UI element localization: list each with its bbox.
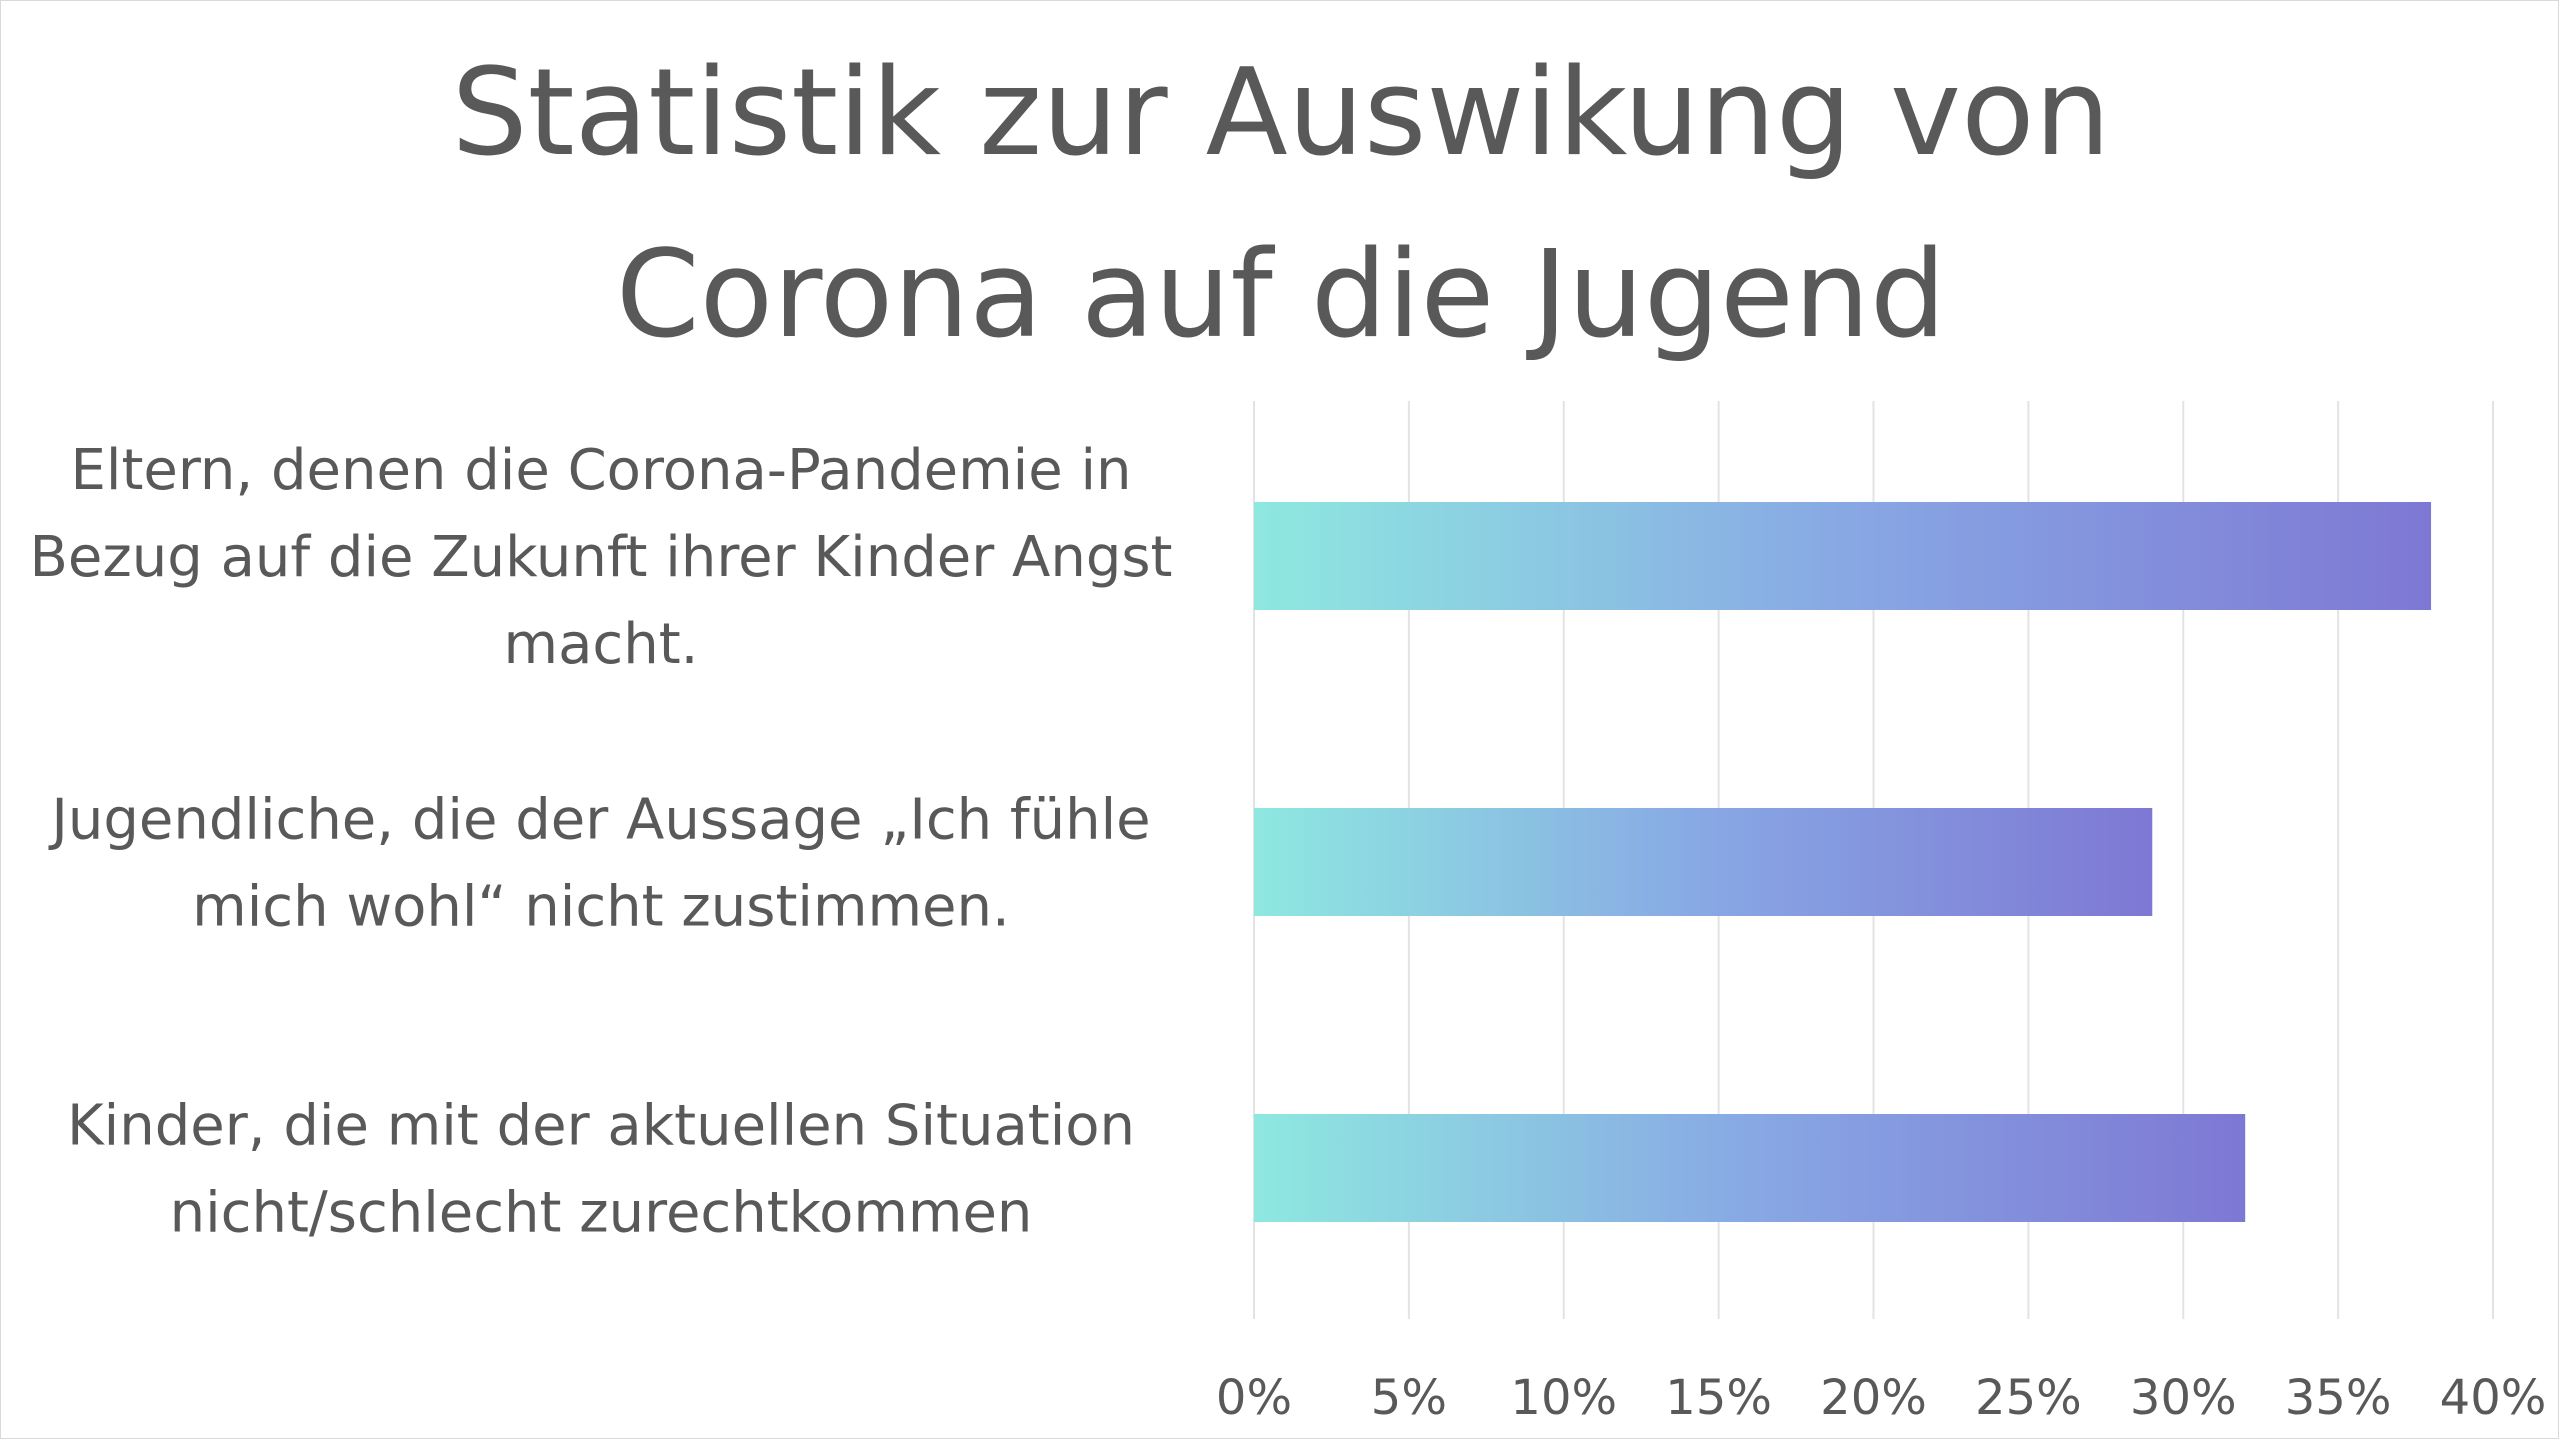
x-tick-label: 15% <box>1665 1370 1772 1426</box>
category-label-line: mich wohl“ nicht zustimmen. <box>192 875 1010 940</box>
chart-title: Statistik zur Auswikung von Corona auf di… <box>451 44 2110 365</box>
x-tick-label: 40% <box>2440 1370 2547 1426</box>
category-label: Kinder, die mit der aktuellen Situation n… <box>67 1094 1135 1246</box>
category-label-line: Jugendliche, die der Aussage „Ich fühle <box>48 788 1150 853</box>
category-label-line: Bezug auf die Zukunft ihrer Kinder Angst <box>29 525 1172 590</box>
x-axis-tick-labels: 0% 5% 10% 15% 20% 25% 30% 35% 40% <box>1216 1370 2546 1426</box>
x-tick-label: 5% <box>1371 1370 1447 1426</box>
category-label-line: nicht/schlecht zurechtkommen <box>170 1181 1033 1246</box>
category-label-line: Eltern, denen die Corona-Pandemie in <box>71 438 1132 503</box>
category-label: Jugendliche, die der Aussage „Ich fühle m… <box>48 788 1150 940</box>
category-label-line: macht. <box>504 612 699 677</box>
bar <box>1254 502 2432 610</box>
x-tick-label: 25% <box>1975 1370 2082 1426</box>
x-tick-label: 30% <box>2130 1370 2237 1426</box>
chart-title-line: Statistik zur Auswikung von <box>451 44 2110 183</box>
chart-title-line: Corona auf die Jugend <box>616 226 1946 365</box>
x-tick-label: 10% <box>1510 1370 1617 1426</box>
category-labels: Eltern, denen die Corona-Pandemie in Bezu… <box>29 438 1172 1246</box>
bar <box>1254 1114 2246 1222</box>
category-label-line: Kinder, die mit der aktuellen Situation <box>67 1094 1135 1159</box>
x-tick-label: 20% <box>1820 1370 1927 1426</box>
category-label: Eltern, denen die Corona-Pandemie in Bezu… <box>29 438 1172 677</box>
bar <box>1254 808 2153 916</box>
bars <box>1254 502 2432 1222</box>
x-tick-label: 0% <box>1216 1370 1292 1426</box>
chart-svg: Statistik zur Auswikung von Corona auf di… <box>29 44 2546 1426</box>
chart-frame: Statistik zur Auswikung von Corona auf di… <box>0 0 2559 1439</box>
x-tick-label: 35% <box>2285 1370 2392 1426</box>
